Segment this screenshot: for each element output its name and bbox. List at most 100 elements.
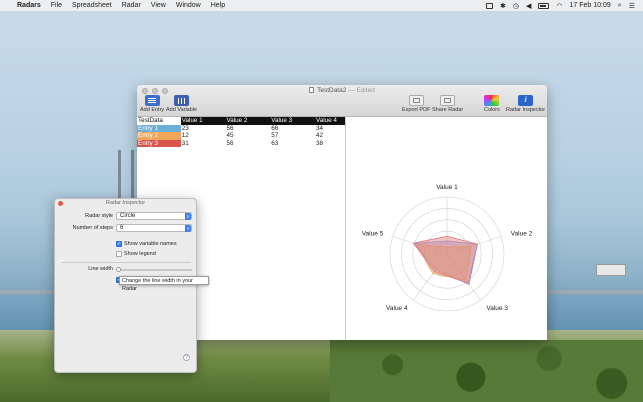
export-pdf-button[interactable]: Export PDF: [402, 95, 430, 113]
popup-arrow-icon: ⇕: [185, 213, 191, 220]
add-entry-icon: [144, 95, 160, 106]
wifi-icon[interactable]: ◠: [556, 2, 562, 10]
table-cell[interactable]: 45: [226, 132, 271, 140]
radar-chart-area: Value 1 Value 2 Value 3 Value 4 Value 5: [347, 117, 547, 340]
column-header[interactable]: Value 2: [225, 117, 271, 125]
inspector-title-bar: Radar Inspector: [55, 199, 196, 208]
number-of-steps-stepper[interactable]: 6 ⇕: [116, 224, 192, 232]
table-cell[interactable]: 31: [181, 140, 226, 148]
info-icon: i: [518, 95, 534, 106]
colors-icon: [484, 95, 500, 106]
volume-icon[interactable]: ◀: [526, 2, 531, 10]
column-header[interactable]: Value 3: [270, 117, 316, 125]
divider: [61, 262, 191, 263]
column-header[interactable]: Value 4: [315, 117, 345, 125]
main-window: TestData2 — Edited Add Entry Add Variabl…: [137, 85, 547, 340]
line-width-tooltip: Change the line width in your Radar: [119, 276, 209, 292]
show-legend-label: Show legend: [124, 251, 156, 257]
table-row[interactable]: Entry 3 31 56 63 38: [137, 139, 345, 148]
checkbox-unchecked-icon[interactable]: [116, 251, 122, 257]
background-trees: [330, 340, 643, 402]
table-cell[interactable]: 66: [270, 125, 315, 133]
help-button[interactable]: ?: [183, 354, 190, 361]
slider-knob[interactable]: [116, 267, 121, 272]
radar-axis-label: Value 4: [386, 305, 408, 312]
show-variable-names-label: Show variable names: [124, 241, 177, 247]
share-radar-button[interactable]: Share Radar: [432, 95, 463, 113]
radar-axis-label: Value 2: [511, 230, 533, 237]
export-pdf-label: Export PDF: [402, 107, 431, 113]
table-header-row: TestData Value 1 Value 2 Value 3 Value 4: [137, 117, 345, 125]
background-truck: [596, 264, 626, 276]
add-entry-label: Add Entry: [140, 107, 165, 113]
add-variable-label: Add Variable: [166, 107, 198, 113]
colors-button[interactable]: Colors: [484, 95, 500, 113]
menu-window[interactable]: Window: [176, 2, 201, 9]
menu-app-name[interactable]: Radars: [17, 2, 41, 9]
document-icon: [309, 87, 315, 93]
radar-style-label: Radar style: [85, 213, 113, 219]
number-of-steps-label: Number of steps: [72, 225, 113, 231]
add-variable-button[interactable]: Add Variable: [166, 95, 197, 113]
table-cell[interactable]: 23: [181, 125, 226, 133]
edited-indicator: — Edited: [348, 87, 375, 94]
show-variable-names-checkbox[interactable]: ✓ Show variable names: [116, 241, 177, 247]
row-name-cell[interactable]: Entry 2: [137, 132, 181, 140]
window-title-text: TestData2: [317, 87, 347, 94]
radar-style-select[interactable]: Circle ⇕: [116, 212, 192, 220]
data-table: TestData Value 1 Value 2 Value 3 Value 4…: [137, 117, 345, 147]
line-width-label: Line width: [88, 266, 113, 272]
row-name-cell[interactable]: Entry 3: [137, 139, 181, 147]
share-radar-label: Share Radar: [432, 107, 464, 113]
colors-label: Colors: [484, 107, 500, 113]
table-row[interactable]: Entry 2 12 45 57 42: [137, 132, 345, 140]
menu-clock[interactable]: 17 Feb 10:09: [570, 2, 611, 9]
notification-center-icon[interactable]: ☰: [629, 2, 635, 10]
table-cell[interactable]: 56: [226, 125, 271, 133]
table-cell[interactable]: 57: [270, 132, 315, 140]
radar-axis-label: Value 3: [486, 305, 508, 312]
menu-file[interactable]: File: [51, 2, 62, 9]
menu-help[interactable]: Help: [211, 2, 225, 9]
menu-spreadsheet[interactable]: Spreadsheet: [72, 2, 112, 9]
menu-bar: Radars File Spreadsheet Radar View Windo…: [0, 0, 643, 11]
status-app-icon[interactable]: [486, 2, 494, 9]
radar-axis-label: Value 1: [436, 184, 458, 191]
battery-icon[interactable]: [538, 2, 550, 9]
table-cell[interactable]: 63: [270, 140, 315, 148]
window-content: TestData Value 1 Value 2 Value 3 Value 4…: [137, 117, 547, 340]
table-row[interactable]: Entry 1 23 56 66 34: [137, 124, 345, 133]
add-entry-button[interactable]: Add Entry: [140, 95, 164, 113]
export-pdf-icon: [408, 95, 424, 106]
table-cell[interactable]: 12: [181, 132, 226, 140]
table-cell[interactable]: 34: [315, 125, 345, 133]
window-title: TestData2 — Edited: [137, 87, 547, 94]
title-bar: TestData2 — Edited Add Entry Add Variabl…: [137, 85, 547, 117]
inspector-close-button[interactable]: [58, 201, 63, 206]
table-cell[interactable]: 56: [226, 140, 271, 148]
column-header[interactable]: Value 1: [180, 117, 226, 125]
status-area: ✱ ◷ ◀ ◠ 17 Feb 10:09 ⌕ ☰: [486, 0, 635, 11]
timemachine-icon[interactable]: ◷: [513, 2, 519, 10]
radar-chart: Value 1 Value 2 Value 3 Value 4 Value 5: [362, 184, 533, 312]
bluetooth-icon[interactable]: ✱: [500, 2, 506, 10]
row-name-cell[interactable]: Entry 1: [137, 124, 181, 132]
stepper-arrows-icon[interactable]: ⇕: [185, 225, 191, 232]
show-legend-checkbox[interactable]: Show legend: [116, 251, 156, 257]
radar-inspector-label: Radar Inspector: [506, 107, 546, 113]
radar-axis-label: Value 5: [362, 230, 384, 237]
menu-view[interactable]: View: [151, 2, 166, 9]
radar-inspector-button[interactable]: i Radar Inspector: [506, 95, 545, 113]
add-variable-icon: [174, 95, 190, 106]
inspector-title: Radar Inspector: [105, 200, 146, 206]
radar-style-value: Circle: [120, 213, 136, 219]
number-of-steps-value: 6: [120, 225, 124, 231]
table-cell[interactable]: 38: [315, 140, 345, 148]
menu-radar[interactable]: Radar: [122, 2, 141, 9]
table-cell[interactable]: 42: [315, 132, 345, 140]
share-icon: [440, 95, 456, 106]
checkbox-checked-icon[interactable]: ✓: [116, 241, 122, 247]
column-header[interactable]: TestData: [137, 117, 181, 125]
search-icon[interactable]: ⌕: [618, 2, 622, 10]
line-width-slider[interactable]: [116, 267, 192, 272]
